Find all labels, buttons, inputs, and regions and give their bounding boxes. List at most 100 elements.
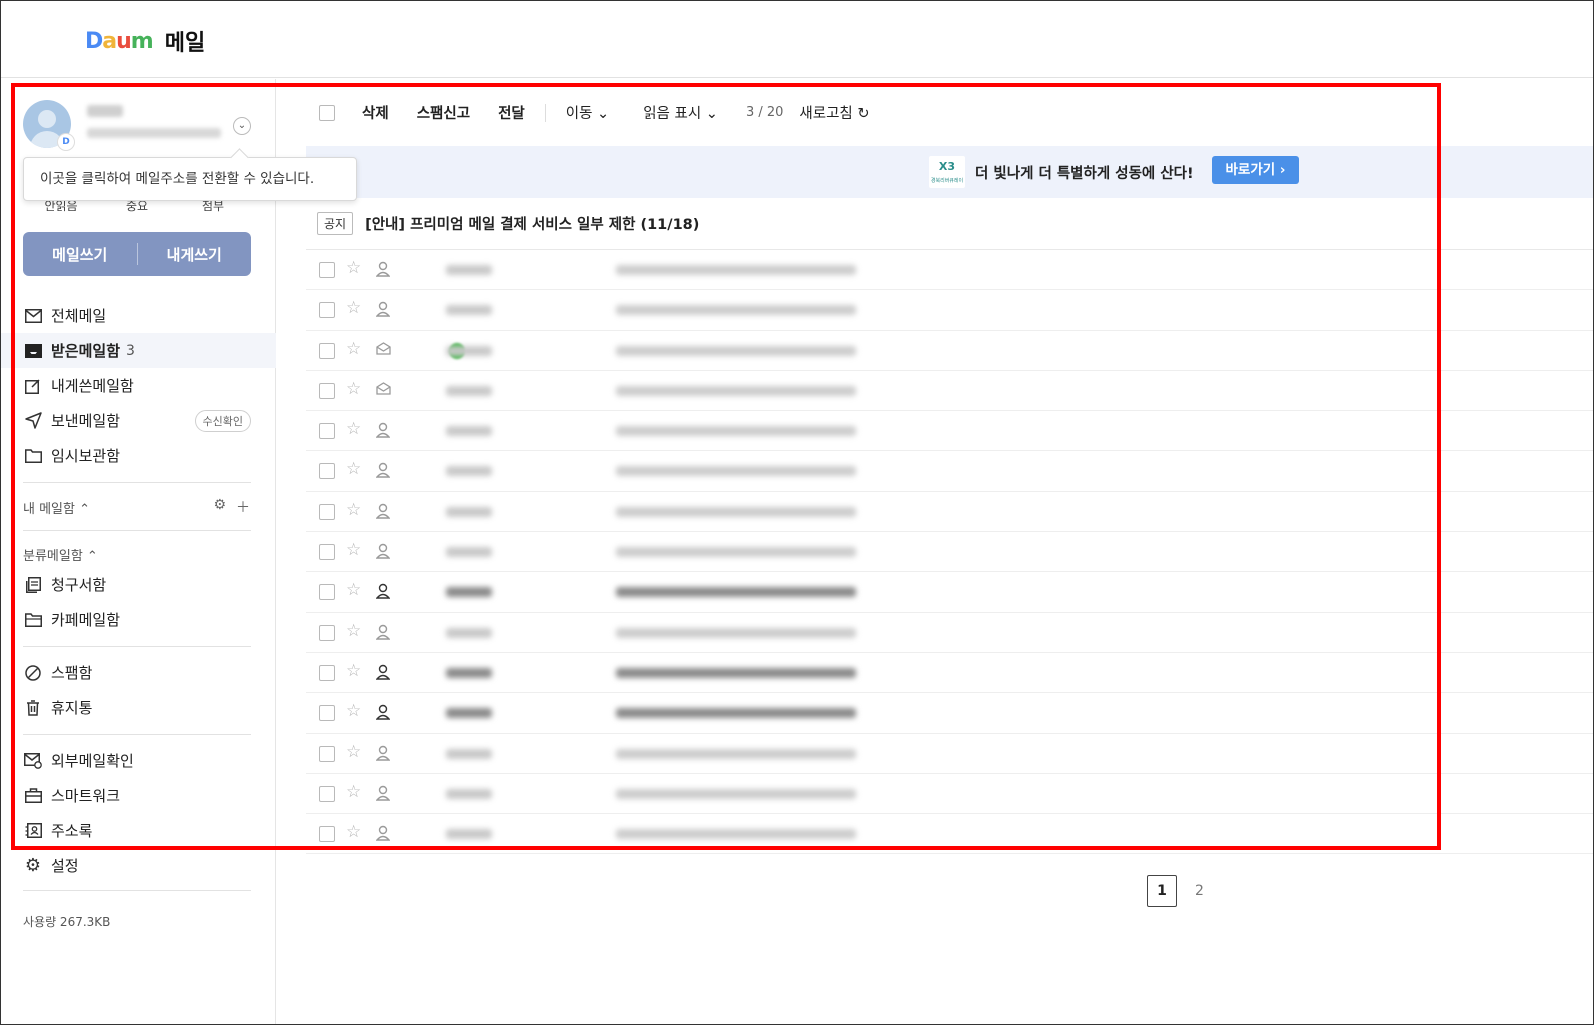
star-icon[interactable]: ☆ [346,258,361,278]
subject-blurred[interactable] [616,829,856,840]
mail-toolbar: 삭제 스팸신고 전달 이동 ⌄ 읽음 표시 ⌄ 3 / 20 새로고침 ↻ [277,79,1593,146]
write-to-self-button[interactable]: 내게쓰기 [138,244,252,265]
subject-blurred[interactable] [616,385,856,396]
star-icon[interactable]: ☆ [346,459,361,479]
mail-row[interactable]: ☆ [306,532,1593,573]
ad-banner[interactable]: X3 경북리버큐레이 더 빛나게 더 특별하게 성동에 산다! 바로가기 › [306,146,1593,198]
mark-read-dropdown[interactable]: 읽음 표시 ⌄ [643,102,718,123]
subject-blurred[interactable] [616,587,856,598]
star-icon[interactable]: ☆ [346,298,361,318]
mail-row[interactable]: ☆ [306,250,1593,291]
folder-all-mail[interactable]: 전체메일 [1,298,276,333]
mail-checkbox[interactable] [319,624,335,641]
page-next[interactable]: 2 [1189,883,1204,899]
add-mailbox-plus-icon[interactable]: ＋ [236,497,250,517]
mail-row[interactable]: ☆ [306,331,1593,371]
mail-row[interactable]: ☆ [306,371,1593,412]
mail-checkbox[interactable] [319,785,335,802]
forward-button[interactable]: 전달 [498,102,525,123]
mail-row[interactable]: ☆ [306,693,1593,734]
star-icon[interactable]: ☆ [346,621,361,641]
subject-blurred[interactable] [616,547,856,558]
smart-work[interactable]: 스마트워크 [1,778,276,813]
subject-blurred[interactable] [616,627,856,638]
mail-row[interactable]: ☆ [306,572,1593,613]
mail-checkbox[interactable] [319,503,335,520]
mail-checkbox[interactable] [319,664,335,681]
page-current[interactable]: 1 [1147,875,1177,907]
mail-row[interactable]: ☆ [306,734,1593,774]
star-icon[interactable]: ☆ [346,701,361,721]
mail-checkbox[interactable] [319,826,335,843]
mail-checkbox[interactable] [319,382,335,399]
subject-blurred[interactable] [616,265,856,275]
mail-checkbox[interactable] [319,302,335,319]
category-mailbox-toggle[interactable]: 분류메일함 ⌃ [23,545,98,564]
settings[interactable]: ⚙ 설정 [1,848,276,883]
star-icon[interactable]: ☆ [346,500,361,520]
star-icon[interactable]: ☆ [346,661,361,681]
mail-row[interactable]: ☆ [306,814,1593,855]
star-icon[interactable]: ☆ [346,782,361,802]
mail-row[interactable]: ☆ [306,492,1593,533]
sender-blurred [446,708,492,719]
my-mailbox-toggle[interactable]: 내 메일함 ⌃ [23,498,90,517]
folder-sent[interactable]: 보낸메일함 수신확인 [1,403,276,438]
folder-spam[interactable]: 스팸함 [1,655,276,690]
subject-blurred[interactable] [616,748,856,759]
mailbox-settings-gear-icon[interactable]: ⚙ [213,497,226,517]
subject-blurred[interactable] [616,305,856,316]
folder-drafts[interactable]: 임시보관함 [1,438,276,473]
star-icon[interactable]: ☆ [346,540,361,560]
external-mail-check[interactable]: 외부메일확인 [1,743,276,778]
mail-checkbox[interactable] [319,745,335,762]
folder-bills[interactable]: 청구서함 [1,567,276,602]
mail-row[interactable]: ☆ [306,653,1593,694]
subject-blurred[interactable] [616,506,856,517]
mail-row[interactable]: ☆ [306,613,1593,653]
star-icon[interactable]: ☆ [346,742,361,762]
star-icon[interactable]: ☆ [346,822,361,842]
toolbar-separator [544,103,546,122]
read-receipt-button[interactable]: 수신확인 [194,409,251,432]
refresh-button[interactable]: 새로고침 ↻ [799,102,869,123]
folder-inbox[interactable]: 받은메일함 3 [1,333,276,368]
star-icon[interactable]: ☆ [346,379,361,399]
delete-button[interactable]: 삭제 [362,102,389,123]
folder-label: 받은메일함 [51,342,121,360]
star-icon[interactable]: ☆ [346,339,361,359]
subject-blurred[interactable] [616,345,856,356]
subject-blurred[interactable] [616,466,856,477]
notice-row[interactable]: 공지 [안내] 프리미엄 메일 결제 서비스 일부 제한 (11/18) [317,212,699,235]
subject-blurred[interactable] [616,667,856,678]
mail-row[interactable]: ☆ [306,451,1593,492]
tool-label: 외부메일확인 [51,752,134,770]
account-switch-chevron-icon[interactable]: ⌄ [233,117,251,135]
daum-logo-mark: Daum [85,28,154,54]
mail-checkbox[interactable] [319,544,335,561]
report-spam-button[interactable]: 스팸신고 [417,102,470,123]
mail-checkbox[interactable] [319,705,335,722]
folder-cafe[interactable]: 카페메일함 [1,602,276,637]
banner-go-button[interactable]: 바로가기 › [1212,156,1299,184]
mail-row[interactable]: ☆ [306,774,1593,815]
mail-row[interactable]: ☆ [306,411,1593,452]
folder-trash[interactable]: 휴지통 [1,690,276,725]
star-icon[interactable]: ☆ [346,419,361,439]
mail-checkbox[interactable] [319,584,335,601]
subject-blurred[interactable] [616,426,856,437]
move-dropdown[interactable]: 이동 ⌄ [566,102,609,123]
daum-logo[interactable]: Daum 메일 [85,25,205,57]
compose-button[interactable]: 메일쓰기 [23,244,137,265]
mail-row[interactable]: ☆ [306,290,1593,331]
subject-blurred[interactable] [616,788,856,799]
folder-self-mail[interactable]: 내게쓴메일함 [1,368,276,403]
select-all-checkbox[interactable] [319,104,335,121]
star-icon[interactable]: ☆ [346,580,361,600]
mail-checkbox[interactable] [319,463,335,480]
subject-blurred[interactable] [616,708,856,719]
mail-checkbox[interactable] [319,342,335,359]
mail-checkbox[interactable] [319,423,335,440]
address-book[interactable]: 주소록 [1,813,276,848]
mail-checkbox[interactable] [319,262,335,278]
